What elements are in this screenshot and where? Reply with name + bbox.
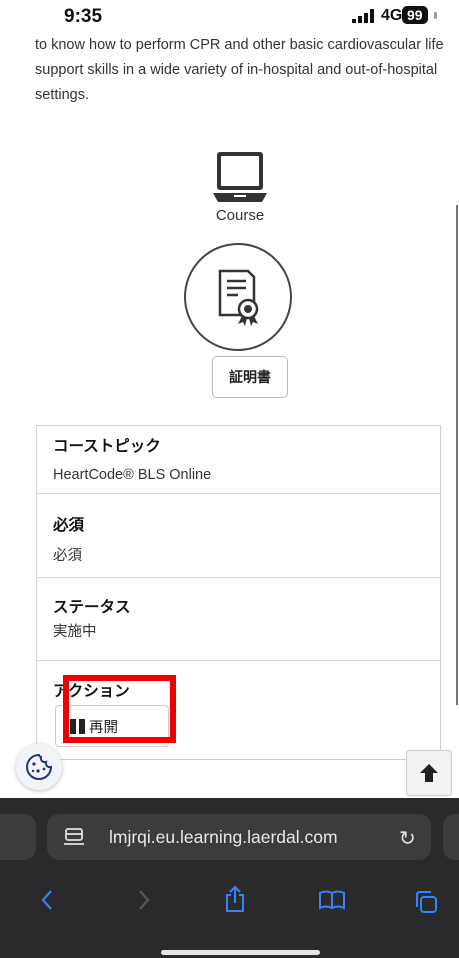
required-value: 必須 (53, 548, 82, 564)
bookmarks-icon[interactable] (318, 890, 346, 910)
battery-tip (434, 12, 437, 19)
arrow-up-icon (420, 764, 438, 782)
reload-icon[interactable]: ↻ (399, 826, 416, 851)
topic-value: HeartCode® BLS Online (53, 467, 212, 483)
course-block: Course (190, 152, 290, 224)
page-settings-icon[interactable] (63, 827, 85, 847)
url-text: lmjrqi.eu.learning.laerdal.com (109, 827, 338, 847)
forward-icon[interactable] (137, 888, 151, 912)
browser-toolbar: lmjrqi.eu.learning.laerdal.com ↻ (0, 798, 459, 958)
next-tab-preview[interactable] (443, 814, 459, 860)
cookie-settings-button[interactable] (16, 744, 62, 790)
share-icon[interactable] (224, 885, 246, 913)
topic-row: コーストピック HeartCode® BLS Online (37, 426, 440, 494)
certificate-icon (218, 269, 259, 326)
home-indicator[interactable] (161, 950, 320, 955)
certificate-badge (184, 243, 292, 351)
status-value: 実施中 (53, 624, 97, 640)
address-bar[interactable]: lmjrqi.eu.learning.laerdal.com ↻ (47, 814, 431, 860)
scrollbar[interactable] (456, 205, 458, 705)
back-icon[interactable] (40, 888, 54, 912)
tabs-icon[interactable] (414, 890, 438, 914)
status-row: ステータス 実施中 (37, 578, 440, 661)
status-time: 9:35 (64, 6, 103, 27)
highlight-box (63, 675, 176, 743)
cookie-icon (26, 753, 53, 780)
laptop-icon (213, 152, 267, 202)
previous-tab-preview[interactable] (0, 814, 36, 860)
signal-icon (352, 9, 374, 23)
topic-label: コーストピック (53, 438, 161, 455)
status-label: ステータス (53, 599, 131, 616)
required-label: 必須 (53, 517, 85, 534)
course-description: to know how to perform CPR and other bas… (35, 37, 444, 103)
course-label: Course (215, 207, 265, 224)
required-row: 必須 必須 (37, 494, 440, 578)
certificate-button[interactable]: 証明書 (212, 356, 288, 398)
battery-level: 99 (402, 6, 428, 24)
status-bar: 9:35 4G 99 (0, 0, 459, 30)
back-to-top-button[interactable] (406, 750, 452, 796)
network-type: 4G (381, 7, 403, 24)
